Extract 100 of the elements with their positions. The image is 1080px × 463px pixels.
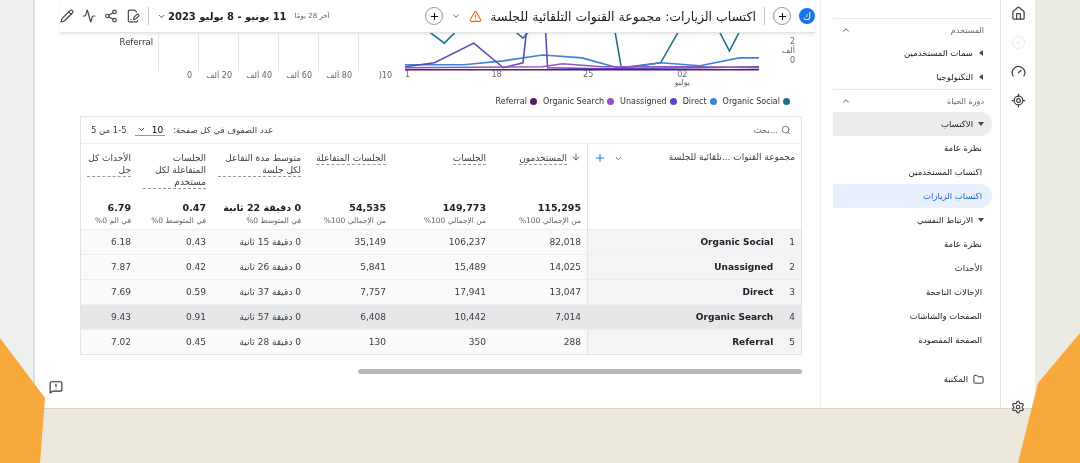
- caret-icon[interactable]: [451, 11, 462, 21]
- channel-name[interactable]: Referral: [732, 337, 774, 347]
- table-cell: 17,941: [392, 279, 492, 304]
- row-number: 4: [789, 312, 795, 322]
- collapse-icon[interactable]: [841, 96, 851, 106]
- advertising-icon[interactable]: [1010, 93, 1026, 108]
- nav-group[interactable]: التكنولوجيا: [833, 65, 992, 89]
- nav-group[interactable]: سمات المستخدمين: [833, 41, 992, 65]
- total-value: 115,295: [537, 202, 581, 213]
- axis-tick-label: 0: [788, 56, 795, 65]
- axis-tick-label: 10(: [377, 71, 392, 82]
- table-cell: 6.18: [81, 229, 137, 254]
- table-cell: 350: [392, 329, 492, 354]
- horizontal-scrollbar[interactable]: [358, 369, 802, 374]
- dimension-cell[interactable]: Organic Search 4: [587, 304, 801, 329]
- table-cell: 0 دقيقة 57 ثانية: [212, 304, 307, 329]
- nav-item[interactable]: نظرة عامة: [833, 232, 992, 256]
- table-cell: 0.91: [137, 304, 212, 329]
- column-header[interactable]: الجلسات: [452, 152, 486, 166]
- report-title: اكتساب الزيارات: مجموعة القنوات التلقائية للجلسة: [490, 8, 756, 24]
- search-field[interactable]: بحث...: [753, 125, 791, 135]
- bar-category-label: Referral: [119, 36, 154, 49]
- row-number: 2: [789, 262, 795, 272]
- nav-item[interactable]: الإحالات الناجحة: [833, 280, 992, 304]
- folder-icon[interactable]: [973, 373, 984, 385]
- legend-label: Organic Social: [722, 97, 780, 106]
- axis-tick-label: 60 ألف: [285, 71, 312, 82]
- channel-name[interactable]: Unassigned: [714, 262, 774, 272]
- collapse-icon[interactable]: [841, 25, 851, 35]
- table-cell: 0.42: [137, 254, 212, 279]
- nav-item[interactable]: اكتساب المستخدمين: [833, 160, 992, 184]
- home-icon[interactable]: [1010, 6, 1026, 21]
- add-dimension-icon[interactable]: [594, 152, 606, 164]
- table-cell: 0 دقيقة 26 ثانية: [212, 254, 307, 279]
- nav-group[interactable]: الارتباط النفسي: [833, 208, 992, 232]
- search-icon[interactable]: [781, 125, 791, 135]
- customize-report-icon[interactable]: [126, 9, 140, 23]
- axis-month-label: يوليو: [674, 79, 690, 88]
- insights-icon[interactable]: [82, 9, 96, 23]
- sort-arrow-icon: [571, 152, 581, 162]
- column-header[interactable]: الجلسات المتفاعلة لكل مستخدم: [143, 152, 206, 190]
- axis-tick-label: 18: [491, 71, 502, 80]
- channel-name[interactable]: Organic Social: [700, 237, 774, 247]
- legend-label: Referral: [495, 97, 527, 106]
- table-cell: 9.43: [81, 304, 137, 329]
- nav-item[interactable]: الصفحة المقصودة: [833, 328, 992, 352]
- table-cell: 0 دقيقة 15 ثانية: [212, 229, 307, 254]
- dimension-cell[interactable]: Organic Social 1: [587, 229, 801, 254]
- channel-name[interactable]: Organic Search: [695, 312, 774, 322]
- library-link[interactable]: المكتبة: [833, 368, 992, 390]
- nav-group[interactable]: الاكتساب: [833, 112, 992, 136]
- axis-tick-label: 25: [583, 71, 594, 80]
- table-cell: 13,047: [492, 279, 587, 304]
- triangle-icon[interactable]: [978, 74, 984, 80]
- nav-item[interactable]: الصفحات والشاشات: [833, 304, 992, 328]
- warning-icon: [469, 9, 483, 23]
- dimension-header[interactable]: مجموعة القنوات ...تلقائية للجلسة: [668, 152, 795, 162]
- dimension-cell[interactable]: Unassigned 2: [587, 254, 801, 279]
- nav-item[interactable]: اكتساب الزيارات: [833, 184, 992, 208]
- caret-icon[interactable]: [136, 125, 146, 134]
- table-cell: 0.45: [137, 329, 212, 354]
- avatar[interactable]: ك: [799, 8, 815, 24]
- nav-item[interactable]: نظرة عامة: [833, 136, 992, 160]
- rows-per-page-select[interactable]: 10: [134, 124, 166, 136]
- triangle-icon[interactable]: [978, 217, 984, 223]
- axis-tick-label: 2 ألف: [781, 37, 795, 55]
- table-cell: 82,018: [492, 229, 587, 254]
- legend-label: Unassigned: [620, 97, 667, 106]
- dimension-cell[interactable]: Referral 5: [587, 329, 801, 354]
- axis-tick-label: 02: [677, 71, 688, 79]
- table-cell: 288: [492, 329, 587, 354]
- axis-tick-label: 40 ألف: [245, 71, 272, 82]
- nav-item[interactable]: الأحداث: [833, 256, 992, 280]
- dimension-cell[interactable]: Direct 3: [587, 279, 801, 304]
- axis-tick-label: 0: [185, 71, 192, 82]
- share-icon[interactable]: [104, 9, 118, 23]
- row-number: 1: [789, 237, 795, 247]
- row-number: 5: [789, 337, 795, 347]
- explore-icon[interactable]: [1010, 64, 1026, 79]
- nav-section-header[interactable]: المستخدم: [833, 18, 992, 41]
- triangle-icon[interactable]: [978, 121, 984, 127]
- edit-icon[interactable]: [60, 9, 74, 23]
- settings-icon[interactable]: [1011, 400, 1025, 414]
- table-cell: 0 دقيقة 37 ثانية: [212, 279, 307, 304]
- table-cell: 0.59: [137, 279, 212, 304]
- column-header[interactable]: الأحداث كل جل: [87, 152, 131, 178]
- total-value: 54,535: [349, 202, 386, 213]
- column-header[interactable]: الجلسات المتفاعلة: [316, 152, 386, 166]
- date-range-button[interactable]: 11 يونيو - 8 يوليو 2023: [157, 10, 287, 22]
- table-cell: 7.02: [81, 329, 137, 354]
- column-header[interactable]: متوسط مدة التفاعل لكل جلسة: [218, 152, 301, 178]
- table-cell: 7.87: [81, 254, 137, 279]
- column-header[interactable]: المستخدمون: [519, 152, 567, 166]
- table-cell: 0.43: [137, 229, 212, 254]
- triangle-icon[interactable]: [978, 50, 984, 56]
- add-comparison-button[interactable]: [425, 7, 444, 25]
- table-cell: 14,025: [492, 254, 587, 279]
- channel-name[interactable]: Direct: [742, 287, 774, 297]
- axis-tick-label: 1: [405, 71, 411, 80]
- plus-icon[interactable]: [428, 10, 440, 22]
